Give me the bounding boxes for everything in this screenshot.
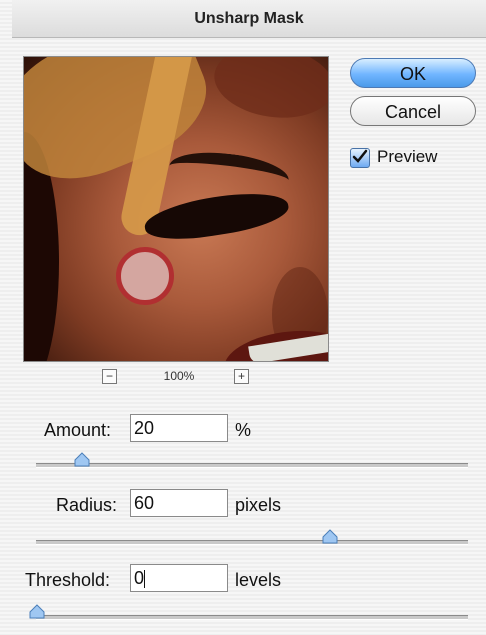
amount-slider-track[interactable] <box>36 463 468 468</box>
window-title: Unsharp Mask <box>12 0 486 38</box>
image-preview[interactable] <box>23 56 329 362</box>
text-cursor <box>144 570 145 588</box>
preview-checkbox[interactable] <box>350 148 370 168</box>
threshold-unit: levels <box>235 570 282 590</box>
plus-box-icon: + <box>237 369 245 383</box>
radius-slider-thumb[interactable] <box>321 529 339 547</box>
radius-label: Radius: <box>56 495 118 515</box>
zoom-out-button[interactable]: − <box>102 369 117 384</box>
amount-input[interactable]: 20 <box>130 414 228 442</box>
unsharp-mask-dialog: Unsharp Mask − 100% + OK Cancel Preview … <box>0 0 486 635</box>
checkmark-icon <box>352 149 368 163</box>
preview-face-logo <box>116 247 174 305</box>
zoom-in-button[interactable]: + <box>234 369 249 384</box>
preview-eyebrow <box>167 146 291 200</box>
ok-button[interactable]: OK <box>350 58 476 88</box>
amount-unit: % <box>235 420 252 440</box>
preview-eye <box>141 185 292 247</box>
cancel-button[interactable]: Cancel <box>350 96 476 126</box>
zoom-controls: − 100% + <box>102 369 252 385</box>
threshold-slider-track[interactable] <box>36 615 468 620</box>
preview-label: Preview <box>377 147 438 166</box>
minus-box-icon: − <box>105 369 113 383</box>
threshold-label: Threshold: <box>25 570 111 590</box>
preview-forehead-shadow <box>209 57 328 126</box>
zoom-level: 100% <box>163 369 195 383</box>
threshold-slider-thumb[interactable] <box>28 604 46 622</box>
radius-unit: pixels <box>235 495 282 515</box>
amount-label: Amount: <box>44 420 112 440</box>
amount-slider-thumb[interactable] <box>73 452 91 470</box>
radius-slider-track[interactable] <box>36 540 468 545</box>
radius-input[interactable]: 60 <box>130 489 228 517</box>
